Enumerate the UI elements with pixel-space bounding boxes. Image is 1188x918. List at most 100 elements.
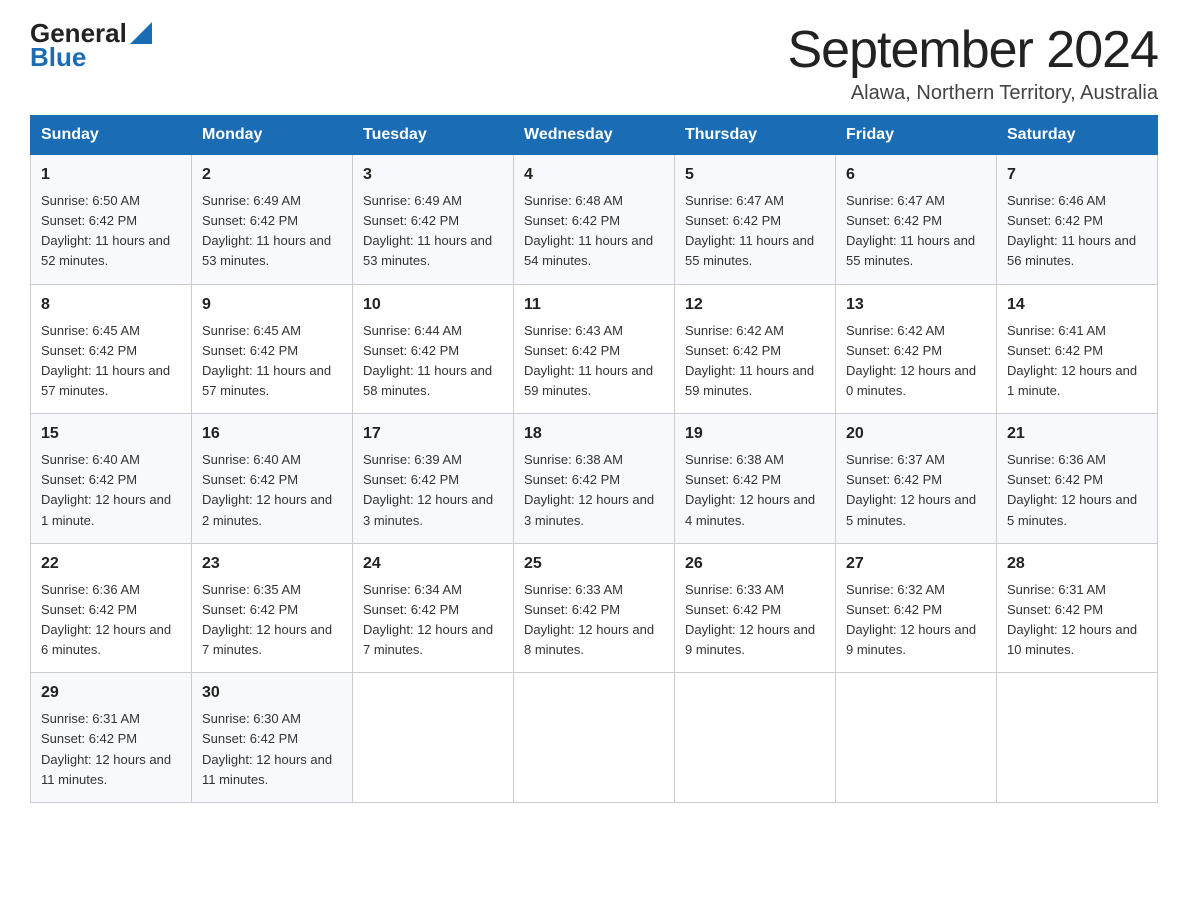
day-cell: 15 Sunrise: 6:40 AMSunset: 6:42 PMDayligh… — [31, 414, 192, 544]
day-info: Sunrise: 6:33 AMSunset: 6:42 PMDaylight:… — [685, 580, 825, 661]
empty-cell — [353, 673, 514, 803]
empty-cell — [675, 673, 836, 803]
day-cell: 19 Sunrise: 6:38 AMSunset: 6:42 PMDayligh… — [675, 414, 836, 544]
day-number: 7 — [1007, 163, 1147, 187]
day-cell: 13Sunrise: 6:42 AMSunset: 6:42 PMDayligh… — [836, 284, 997, 414]
day-cell: 11Sunrise: 6:43 AMSunset: 6:42 PMDayligh… — [514, 284, 675, 414]
day-info: Sunrise: 6:30 AMSunset: 6:42 PMDaylight:… — [202, 709, 342, 790]
day-number: 30 — [202, 681, 342, 705]
day-info: Sunrise: 6:37 AMSunset: 6:42 PMDaylight:… — [846, 450, 986, 531]
calendar-week-row: 1 Sunrise: 6:50 AMSunset: 6:42 PMDaylight… — [31, 155, 1158, 285]
day-info: Sunrise: 6:49 AMSunset: 6:42 PMDaylight:… — [363, 191, 503, 272]
day-cell: 16Sunrise: 6:40 AMSunset: 6:42 PMDayligh… — [192, 414, 353, 544]
day-number: 6 — [846, 163, 986, 187]
day-number: 28 — [1007, 552, 1147, 576]
day-number: 10 — [363, 293, 503, 317]
day-info: Sunrise: 6:45 AMSunset: 6:42 PMDaylight:… — [202, 321, 342, 402]
weekday-header-row: SundayMondayTuesdayWednesdayThursdayFrid… — [31, 116, 1158, 155]
day-cell: 27 Sunrise: 6:32 AMSunset: 6:42 PMDayligh… — [836, 543, 997, 673]
day-cell: 21 Sunrise: 6:36 AMSunset: 6:42 PMDayligh… — [997, 414, 1158, 544]
weekday-header-friday: Friday — [836, 116, 997, 155]
day-number: 21 — [1007, 422, 1147, 446]
calendar-week-row: 8 Sunrise: 6:45 AMSunset: 6:42 PMDaylight… — [31, 284, 1158, 414]
day-cell: 10 Sunrise: 6:44 AMSunset: 6:42 PMDayligh… — [353, 284, 514, 414]
weekday-header-sunday: Sunday — [31, 116, 192, 155]
empty-cell — [514, 673, 675, 803]
day-info: Sunrise: 6:35 AMSunset: 6:42 PMDaylight:… — [202, 580, 342, 661]
calendar-week-row: 22 Sunrise: 6:36 AMSunset: 6:42 PMDayligh… — [31, 543, 1158, 673]
day-info: Sunrise: 6:46 AMSunset: 6:42 PMDaylight:… — [1007, 191, 1147, 272]
logo-blue-text: Blue — [30, 44, 86, 70]
day-info: Sunrise: 6:36 AMSunset: 6:42 PMDaylight:… — [41, 580, 181, 661]
empty-cell — [836, 673, 997, 803]
day-number: 11 — [524, 293, 664, 317]
day-number: 26 — [685, 552, 825, 576]
day-info: Sunrise: 6:49 AMSunset: 6:42 PMDaylight:… — [202, 191, 342, 272]
day-info: Sunrise: 6:39 AMSunset: 6:42 PMDaylight:… — [363, 450, 503, 531]
day-number: 20 — [846, 422, 986, 446]
day-info: Sunrise: 6:41 AMSunset: 6:42 PMDaylight:… — [1007, 321, 1147, 402]
day-info: Sunrise: 6:38 AMSunset: 6:42 PMDaylight:… — [685, 450, 825, 531]
weekday-header-tuesday: Tuesday — [353, 116, 514, 155]
day-number: 29 — [41, 681, 181, 705]
day-number: 5 — [685, 163, 825, 187]
calendar-subtitle: Alawa, Northern Territory, Australia — [788, 82, 1159, 105]
day-info: Sunrise: 6:45 AMSunset: 6:42 PMDaylight:… — [41, 321, 181, 402]
day-info: Sunrise: 6:31 AMSunset: 6:42 PMDaylight:… — [1007, 580, 1147, 661]
day-number: 9 — [202, 293, 342, 317]
day-cell: 5Sunrise: 6:47 AMSunset: 6:42 PMDaylight… — [675, 155, 836, 285]
weekday-header-thursday: Thursday — [675, 116, 836, 155]
day-info: Sunrise: 6:36 AMSunset: 6:42 PMDaylight:… — [1007, 450, 1147, 531]
day-cell: 28 Sunrise: 6:31 AMSunset: 6:42 PMDayligh… — [997, 543, 1158, 673]
day-info: Sunrise: 6:48 AMSunset: 6:42 PMDaylight:… — [524, 191, 664, 272]
day-info: Sunrise: 6:40 AMSunset: 6:42 PMDaylight:… — [41, 450, 181, 531]
day-number: 27 — [846, 552, 986, 576]
logo-triangle-icon — [127, 22, 152, 44]
day-info: Sunrise: 6:32 AMSunset: 6:42 PMDaylight:… — [846, 580, 986, 661]
title-section: September 2024 Alawa, Northern Territory… — [788, 20, 1159, 105]
day-number: 19 — [685, 422, 825, 446]
day-cell: 7 Sunrise: 6:46 AMSunset: 6:42 PMDaylight… — [997, 155, 1158, 285]
day-info: Sunrise: 6:50 AMSunset: 6:42 PMDaylight:… — [41, 191, 181, 272]
calendar-title: September 2024 — [788, 20, 1159, 80]
day-info: Sunrise: 6:38 AMSunset: 6:42 PMDaylight:… — [524, 450, 664, 531]
day-number: 24 — [363, 552, 503, 576]
day-info: Sunrise: 6:44 AMSunset: 6:42 PMDaylight:… — [363, 321, 503, 402]
day-number: 18 — [524, 422, 664, 446]
weekday-header-saturday: Saturday — [997, 116, 1158, 155]
calendar-table: SundayMondayTuesdayWednesdayThursdayFrid… — [30, 115, 1158, 803]
day-number: 2 — [202, 163, 342, 187]
day-number: 17 — [363, 422, 503, 446]
day-cell: 26 Sunrise: 6:33 AMSunset: 6:42 PMDayligh… — [675, 543, 836, 673]
day-number: 23 — [202, 552, 342, 576]
day-cell: 22 Sunrise: 6:36 AMSunset: 6:42 PMDayligh… — [31, 543, 192, 673]
day-info: Sunrise: 6:42 AMSunset: 6:42 PMDaylight:… — [846, 321, 986, 402]
day-info: Sunrise: 6:34 AMSunset: 6:42 PMDaylight:… — [363, 580, 503, 661]
day-number: 12 — [685, 293, 825, 317]
weekday-header-monday: Monday — [192, 116, 353, 155]
logo: General Blue — [30, 20, 152, 70]
calendar-week-row: 15 Sunrise: 6:40 AMSunset: 6:42 PMDayligh… — [31, 414, 1158, 544]
weekday-header-wednesday: Wednesday — [514, 116, 675, 155]
day-cell: 23 Sunrise: 6:35 AMSunset: 6:42 PMDayligh… — [192, 543, 353, 673]
day-cell: 14Sunrise: 6:41 AMSunset: 6:42 PMDayligh… — [997, 284, 1158, 414]
day-number: 15 — [41, 422, 181, 446]
day-cell: 20 Sunrise: 6:37 AMSunset: 6:42 PMDayligh… — [836, 414, 997, 544]
day-info: Sunrise: 6:33 AMSunset: 6:42 PMDaylight:… — [524, 580, 664, 661]
day-number: 3 — [363, 163, 503, 187]
day-number: 1 — [41, 163, 181, 187]
day-cell: 3 Sunrise: 6:49 AMSunset: 6:42 PMDaylight… — [353, 155, 514, 285]
day-cell: 24 Sunrise: 6:34 AMSunset: 6:42 PMDayligh… — [353, 543, 514, 673]
day-number: 16 — [202, 422, 342, 446]
day-info: Sunrise: 6:31 AMSunset: 6:42 PMDaylight:… — [41, 709, 181, 790]
day-cell: 17 Sunrise: 6:39 AMSunset: 6:42 PMDayligh… — [353, 414, 514, 544]
day-number: 4 — [524, 163, 664, 187]
day-number: 8 — [41, 293, 181, 317]
day-number: 22 — [41, 552, 181, 576]
day-cell: 6 Sunrise: 6:47 AMSunset: 6:42 PMDaylight… — [836, 155, 997, 285]
day-cell: 30 Sunrise: 6:30 AMSunset: 6:42 PMDayligh… — [192, 673, 353, 803]
day-cell: 8 Sunrise: 6:45 AMSunset: 6:42 PMDaylight… — [31, 284, 192, 414]
day-cell: 25Sunrise: 6:33 AMSunset: 6:42 PMDayligh… — [514, 543, 675, 673]
day-info: Sunrise: 6:47 AMSunset: 6:42 PMDaylight:… — [846, 191, 986, 272]
day-cell: 1 Sunrise: 6:50 AMSunset: 6:42 PMDaylight… — [31, 155, 192, 285]
